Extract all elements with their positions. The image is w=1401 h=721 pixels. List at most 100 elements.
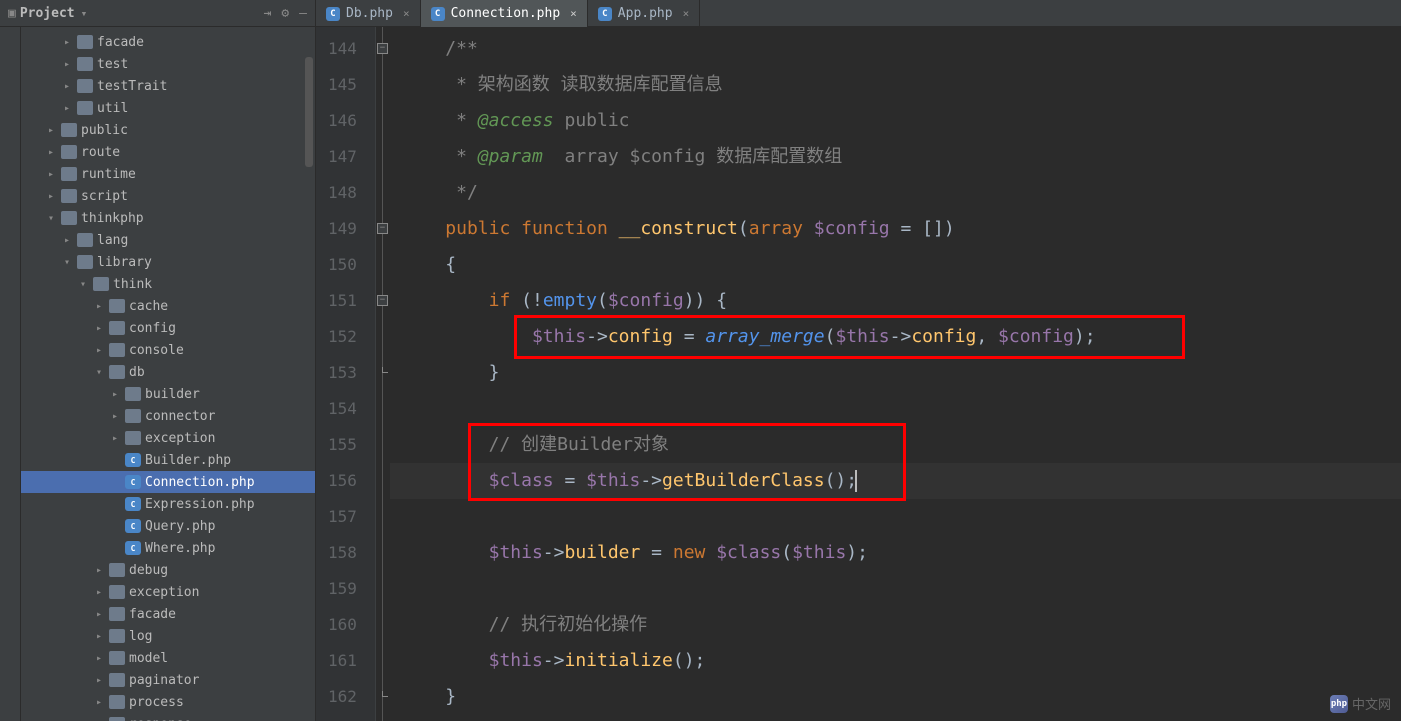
- close-icon[interactable]: ×: [403, 7, 410, 20]
- tree-item-console[interactable]: console: [21, 339, 315, 361]
- gear-icon[interactable]: ⚙: [281, 6, 289, 21]
- code-line-148[interactable]: */: [390, 175, 1401, 211]
- tree-item-paginator[interactable]: paginator: [21, 669, 315, 691]
- tree-arrow-icon[interactable]: [61, 59, 73, 70]
- fold-marker-icon[interactable]: [382, 367, 388, 373]
- collapse-icon[interactable]: ⇥: [264, 6, 272, 21]
- tree-arrow-icon[interactable]: [45, 169, 57, 180]
- sidebar-scrollbar[interactable]: [305, 57, 313, 167]
- line-number[interactable]: 155: [328, 427, 357, 463]
- tree-arrow-icon[interactable]: [109, 411, 121, 422]
- line-number[interactable]: 157: [328, 499, 357, 535]
- code-line-153[interactable]: }: [390, 355, 1401, 391]
- line-number[interactable]: 160: [328, 607, 357, 643]
- code-line-145[interactable]: * 架构函数 读取数据库配置信息: [390, 67, 1401, 103]
- line-number[interactable]: 159: [328, 571, 357, 607]
- code-line-146[interactable]: * @access public: [390, 103, 1401, 139]
- tree-arrow-icon[interactable]: [61, 103, 73, 114]
- code-line-152[interactable]: $this->config = array_merge($this->confi…: [390, 319, 1401, 355]
- tree-item-model[interactable]: model: [21, 647, 315, 669]
- line-number[interactable]: 161: [328, 643, 357, 679]
- tree-item-lang[interactable]: lang: [21, 229, 315, 251]
- tree-arrow-icon[interactable]: [93, 367, 105, 378]
- tree-item-response[interactable]: response: [21, 713, 315, 721]
- code-line-144[interactable]: /**: [390, 31, 1401, 67]
- tree-item-test[interactable]: test: [21, 53, 315, 75]
- minimize-icon[interactable]: —: [299, 6, 307, 21]
- tree-arrow-icon[interactable]: [93, 587, 105, 598]
- tree-arrow-icon[interactable]: [93, 675, 105, 686]
- code-line-155[interactable]: // 创建Builder对象: [390, 427, 1401, 463]
- tree-arrow-icon[interactable]: [61, 257, 73, 268]
- tree-item-connector[interactable]: connector: [21, 405, 315, 427]
- tree-arrow-icon[interactable]: [77, 279, 89, 290]
- tree-item-where-php[interactable]: Where.php: [21, 537, 315, 559]
- tree-item-public[interactable]: public: [21, 119, 315, 141]
- tab-app-php[interactable]: CApp.php×: [588, 0, 700, 27]
- code-line-149[interactable]: public function __construct(array $confi…: [390, 211, 1401, 247]
- tree-item-expression-php[interactable]: Expression.php: [21, 493, 315, 515]
- tree-arrow-icon[interactable]: [45, 191, 57, 202]
- tree-item-exception[interactable]: exception: [21, 581, 315, 603]
- tree-item-exception[interactable]: exception: [21, 427, 315, 449]
- fold-marker-icon[interactable]: −: [377, 223, 388, 234]
- tree-item-debug[interactable]: debug: [21, 559, 315, 581]
- tree-arrow-icon[interactable]: [61, 81, 73, 92]
- tree-arrow-icon[interactable]: [61, 37, 73, 48]
- tree-item-log[interactable]: log: [21, 625, 315, 647]
- tree-arrow-icon[interactable]: [93, 565, 105, 576]
- tab-db-php[interactable]: CDb.php×: [316, 0, 421, 27]
- code-line-156[interactable]: $class = $this->getBuilderClass();: [390, 463, 1401, 499]
- line-number[interactable]: 158: [328, 535, 357, 571]
- tree-item-thinkphp[interactable]: thinkphp: [21, 207, 315, 229]
- tab-connection-php[interactable]: CConnection.php×: [421, 0, 588, 27]
- tree-arrow-icon[interactable]: [93, 301, 105, 312]
- tree-item-config[interactable]: config: [21, 317, 315, 339]
- code-line-159[interactable]: [390, 571, 1401, 607]
- tree-arrow-icon[interactable]: [93, 609, 105, 620]
- tree-arrow-icon[interactable]: [45, 125, 57, 136]
- tree-item-testtrait[interactable]: testTrait: [21, 75, 315, 97]
- line-number[interactable]: 152: [328, 319, 357, 355]
- fold-marker-icon[interactable]: [382, 691, 388, 697]
- fold-marker-icon[interactable]: −: [377, 295, 388, 306]
- tree-item-facade[interactable]: facade: [21, 603, 315, 625]
- tree-arrow-icon[interactable]: [45, 147, 57, 158]
- line-number[interactable]: 151: [328, 283, 357, 319]
- line-number[interactable]: 150: [328, 247, 357, 283]
- tree-arrow-icon[interactable]: [93, 345, 105, 356]
- tree-arrow-icon[interactable]: [93, 631, 105, 642]
- fold-marker-icon[interactable]: −: [377, 43, 388, 54]
- tree-arrow-icon[interactable]: [45, 213, 57, 224]
- project-tool-dropdown-icon[interactable]: ▾: [81, 7, 88, 20]
- tree-item-cache[interactable]: cache: [21, 295, 315, 317]
- tree-arrow-icon[interactable]: [109, 433, 121, 444]
- tree-item-query-php[interactable]: Query.php: [21, 515, 315, 537]
- project-tree[interactable]: facadetesttestTraitutilpublicrouteruntim…: [21, 27, 315, 721]
- tree-item-library[interactable]: library: [21, 251, 315, 273]
- code-line-162[interactable]: }: [390, 679, 1401, 715]
- tree-arrow-icon[interactable]: [93, 697, 105, 708]
- tree-item-connection-php[interactable]: Connection.php: [21, 471, 315, 493]
- tree-item-util[interactable]: util: [21, 97, 315, 119]
- code-line-151[interactable]: if (!empty($config)) {: [390, 283, 1401, 319]
- line-number[interactable]: 144: [328, 31, 357, 67]
- code-line-147[interactable]: * @param array $config 数据库配置数组: [390, 139, 1401, 175]
- code-area[interactable]: /** * 架构函数 读取数据库配置信息 * @access public * …: [390, 27, 1401, 721]
- line-number[interactable]: 146: [328, 103, 357, 139]
- tree-arrow-icon[interactable]: [93, 323, 105, 334]
- line-number[interactable]: 147: [328, 139, 357, 175]
- line-number[interactable]: 162: [328, 679, 357, 715]
- project-tool-header[interactable]: ▣ Project ▾ ⇥ ⚙ —: [0, 0, 316, 26]
- tree-item-facade[interactable]: facade: [21, 31, 315, 53]
- close-icon[interactable]: ×: [683, 7, 690, 20]
- tree-arrow-icon[interactable]: [109, 389, 121, 400]
- line-number[interactable]: 156: [328, 463, 357, 499]
- tree-item-builder[interactable]: builder: [21, 383, 315, 405]
- tree-item-route[interactable]: route: [21, 141, 315, 163]
- code-line-150[interactable]: {: [390, 247, 1401, 283]
- tree-item-process[interactable]: process: [21, 691, 315, 713]
- tree-item-db[interactable]: db: [21, 361, 315, 383]
- tree-arrow-icon[interactable]: [61, 235, 73, 246]
- tree-arrow-icon[interactable]: [93, 653, 105, 664]
